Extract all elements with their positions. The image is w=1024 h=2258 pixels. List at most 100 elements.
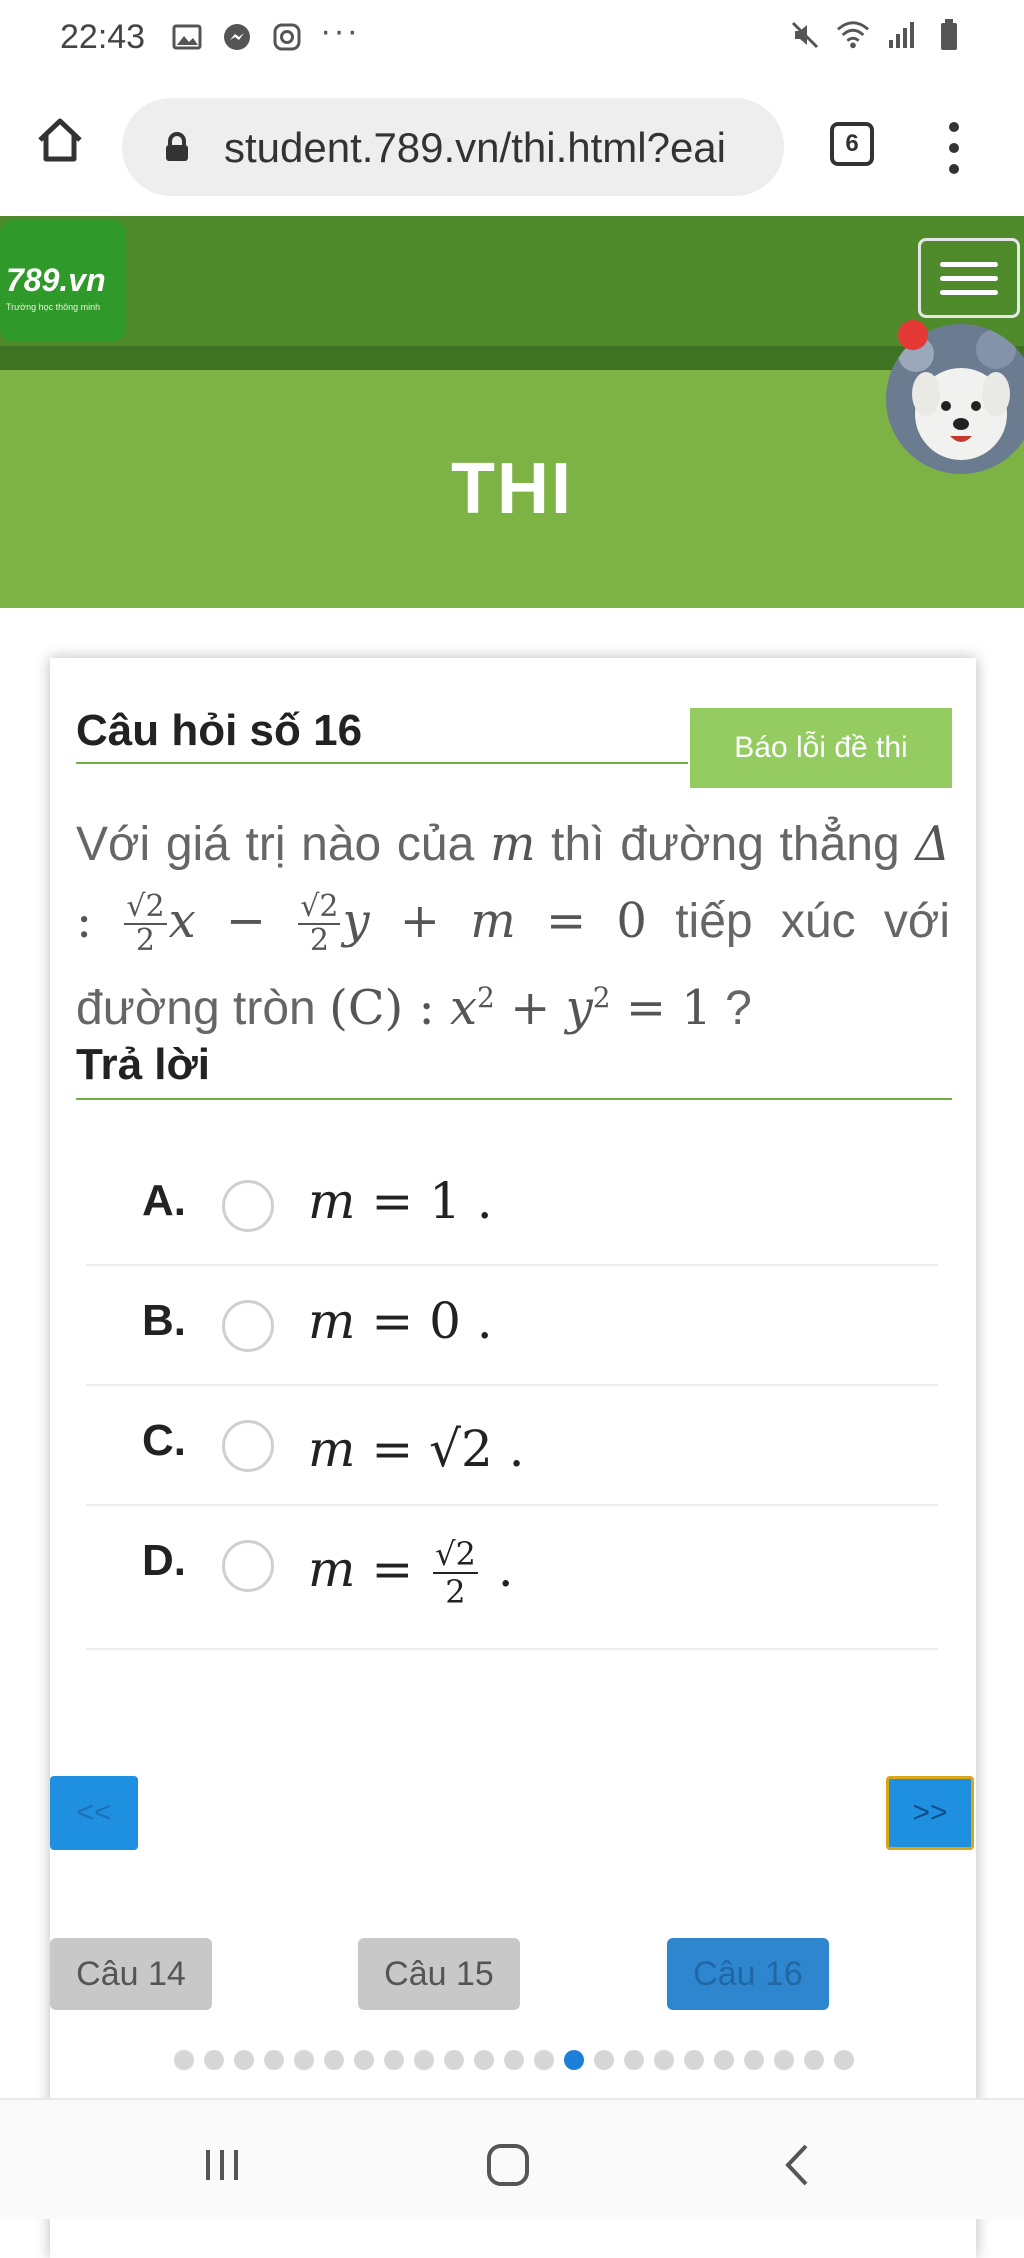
var-m: m xyxy=(489,816,536,872)
pagination-dot[interactable] xyxy=(594,2050,614,2070)
colon: : xyxy=(76,893,123,949)
signal-icon xyxy=(884,18,918,52)
mute-icon xyxy=(788,18,822,52)
pagination-dot[interactable] xyxy=(714,2050,734,2070)
report-error-button[interactable]: Báo lỗi đề thi xyxy=(690,708,952,788)
pagination-dot[interactable] xyxy=(774,2050,794,2070)
question-15-button[interactable]: Câu 15 xyxy=(358,1938,520,2010)
option-expression: m = 1 . xyxy=(308,1172,493,1230)
expr-rest: = √2 . xyxy=(355,1420,525,1478)
option-radio[interactable] xyxy=(222,1180,274,1232)
pagination-dot[interactable] xyxy=(834,2050,854,2070)
frac-den: 2 xyxy=(445,1573,466,1611)
url-bar[interactable]: student.789.vn/thi.html?eai xyxy=(122,98,784,196)
colon: : xyxy=(403,980,450,1036)
browser-menu-button[interactable] xyxy=(940,122,968,174)
back-nav-icon[interactable] xyxy=(768,2140,828,2190)
pagination-dot[interactable] xyxy=(414,2050,434,2070)
var-m: m xyxy=(308,1172,356,1230)
pagination-dot[interactable] xyxy=(444,2050,464,2070)
option-letter: D. xyxy=(142,1536,186,1585)
pagination-dot[interactable] xyxy=(264,2050,284,2070)
answer-option-d[interactable]: D. m = √2 2 . xyxy=(86,1506,938,1650)
option-fraction: √2 2 xyxy=(433,1536,478,1610)
pagination-dot[interactable] xyxy=(654,2050,674,2070)
delta-symbol: Δ xyxy=(915,816,951,872)
home-button[interactable] xyxy=(34,114,86,166)
q-text-1: Với giá trị nào của xyxy=(76,818,475,871)
pagination-dot[interactable] xyxy=(384,2050,404,2070)
status-time: 22:43 xyxy=(60,18,146,56)
option-letter: C. xyxy=(142,1416,186,1465)
answer-option-a[interactable]: A. m = 1 . xyxy=(86,1146,938,1266)
frac-num: √2 xyxy=(433,1535,478,1574)
home-nav-icon[interactable] xyxy=(478,2140,538,2190)
option-radio[interactable] xyxy=(222,1540,274,1592)
pagination-dot[interactable] xyxy=(534,2050,554,2070)
expr-eq: = xyxy=(355,1540,430,1599)
menu-dot xyxy=(949,164,959,174)
frac-den: 2 xyxy=(309,923,329,959)
equals-zero: = 0 xyxy=(515,893,647,949)
status-bar: 22:43 ··· xyxy=(0,0,1024,78)
lock-icon xyxy=(164,132,190,162)
option-expression: m = √2 2 . xyxy=(308,1536,514,1610)
var-m: m xyxy=(308,1540,356,1599)
recent-apps-icon[interactable] xyxy=(192,2140,252,2190)
pagination-dot[interactable] xyxy=(174,2050,194,2070)
pagination-dot-active[interactable] xyxy=(564,2050,584,2070)
logo-subtitle: Trường học thông minh xyxy=(6,302,101,312)
question-14-button[interactable]: Câu 14 xyxy=(50,1938,212,2010)
url-text[interactable]: student.789.vn/thi.html?eai xyxy=(224,124,764,172)
more-notifications-icon: ··· xyxy=(320,12,360,50)
question-text: Với giá trị nào của m thì đường thẳng Δ … xyxy=(76,806,950,1047)
option-radio[interactable] xyxy=(222,1300,274,1352)
page-hero: THI xyxy=(0,370,1024,608)
status-right-icons xyxy=(788,18,966,52)
equals-one: = 1 xyxy=(610,980,712,1036)
var-y: y xyxy=(565,980,593,1036)
minus-sign: − xyxy=(195,893,297,949)
answer-option-b[interactable]: B. m = 0 . xyxy=(86,1266,938,1386)
battery-icon xyxy=(932,18,966,52)
tab-switcher-button[interactable]: 6 xyxy=(830,122,874,166)
pagination-dot[interactable] xyxy=(474,2050,494,2070)
pagination-dot[interactable] xyxy=(234,2050,254,2070)
answer-divider xyxy=(76,1098,952,1100)
status-left-icons: ··· xyxy=(170,14,360,54)
pagination-dot[interactable] xyxy=(624,2050,644,2070)
plus-sign: + xyxy=(369,893,471,949)
fraction-sqrt2-over-2: √2 2 xyxy=(124,891,167,957)
next-question-button[interactable]: >> xyxy=(886,1776,974,1850)
question-16-button[interactable]: Câu 16 xyxy=(667,1938,829,2010)
option-expression: m = 0 . xyxy=(308,1292,493,1350)
var-x: x xyxy=(449,980,478,1036)
option-letter: B. xyxy=(142,1296,186,1345)
option-divider xyxy=(86,1648,938,1650)
hamburger-menu-button[interactable] xyxy=(918,238,1020,318)
title-divider xyxy=(76,762,688,764)
plus-sign: + xyxy=(494,980,566,1036)
site-logo[interactable]: 789.vn Trường học thông minh xyxy=(0,220,126,342)
pagination-dot[interactable] xyxy=(204,2050,224,2070)
pagination-dot[interactable] xyxy=(744,2050,764,2070)
pagination-dot[interactable] xyxy=(684,2050,704,2070)
question-title: Câu hỏi số 16 xyxy=(76,706,363,755)
pagination-dot[interactable] xyxy=(354,2050,374,2070)
pagination-dot[interactable] xyxy=(294,2050,314,2070)
option-radio[interactable] xyxy=(222,1420,274,1472)
wifi-icon xyxy=(836,18,870,52)
answer-option-c[interactable]: C. m = √2 . xyxy=(86,1386,938,1506)
android-navigation-bar xyxy=(0,2098,1024,2219)
messenger-icon xyxy=(220,20,254,54)
answer-title: Trả lời xyxy=(76,1040,210,1089)
pagination-dot[interactable] xyxy=(324,2050,344,2070)
browser-toolbar: student.789.vn/thi.html?eai 6 xyxy=(0,78,1024,216)
option-letter: A. xyxy=(142,1176,186,1225)
circle-label: (C) xyxy=(329,980,404,1036)
pagination-dots xyxy=(174,2050,854,2070)
pagination-dot[interactable] xyxy=(504,2050,524,2070)
previous-question-button[interactable]: << xyxy=(50,1776,138,1850)
notification-badge xyxy=(898,320,928,350)
pagination-dot[interactable] xyxy=(804,2050,824,2070)
